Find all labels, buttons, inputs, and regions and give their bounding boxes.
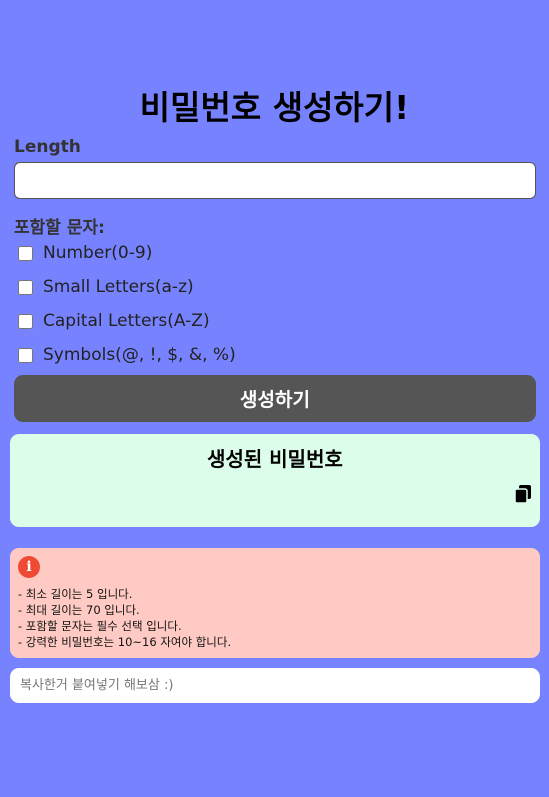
paste-input[interactable] <box>10 668 540 703</box>
length-input[interactable] <box>14 162 536 199</box>
rule-item: - 최대 길이는 70 입니다. <box>18 603 140 617</box>
option-number[interactable]: Number(0-9) <box>18 242 152 264</box>
capital-letters-checkbox[interactable] <box>18 313 33 329</box>
option-small-letters[interactable]: Small Letters(a-z) <box>18 276 194 298</box>
option-number-label: Number(0-9) <box>43 243 153 263</box>
info-icon: i <box>18 556 40 578</box>
option-capital-letters[interactable]: Capital Letters(A-Z) <box>18 310 210 332</box>
result-title: 생성된 비밀번호 <box>207 447 343 471</box>
option-symbols-label: Symbols(@, !, $, &, %) <box>43 345 236 365</box>
symbols-checkbox[interactable] <box>18 347 33 363</box>
number-checkbox[interactable] <box>18 245 33 261</box>
option-capital-letters-label: Capital Letters(A-Z) <box>43 311 210 331</box>
include-characters-label: 포함할 문자: <box>14 218 105 238</box>
rule-item: - 강력한 비밀번호는 10~16 자여야 합니다. <box>18 635 232 649</box>
page-title: 비밀번호 생성하기! <box>139 88 410 127</box>
rule-item: - 포함할 문자는 필수 선택 입니다. <box>18 619 182 633</box>
rule-item: - 최소 길이는 5 입니다. <box>18 587 133 601</box>
generate-button[interactable]: 생성하기 <box>14 375 536 422</box>
rules-list: - 최소 길이는 5 입니다. - 최대 길이는 70 입니다. - 포함할 문… <box>18 586 231 650</box>
copy-icon[interactable] <box>514 484 532 504</box>
length-label: Length <box>14 137 81 157</box>
result-panel: 생성된 비밀번호 <box>10 434 540 527</box>
option-symbols[interactable]: Symbols(@, !, $, &, %) <box>18 344 236 366</box>
option-small-letters-label: Small Letters(a-z) <box>43 277 194 297</box>
info-panel: i - 최소 길이는 5 입니다. - 최대 길이는 70 입니다. - 포함할… <box>10 548 540 658</box>
small-letters-checkbox[interactable] <box>18 279 33 295</box>
